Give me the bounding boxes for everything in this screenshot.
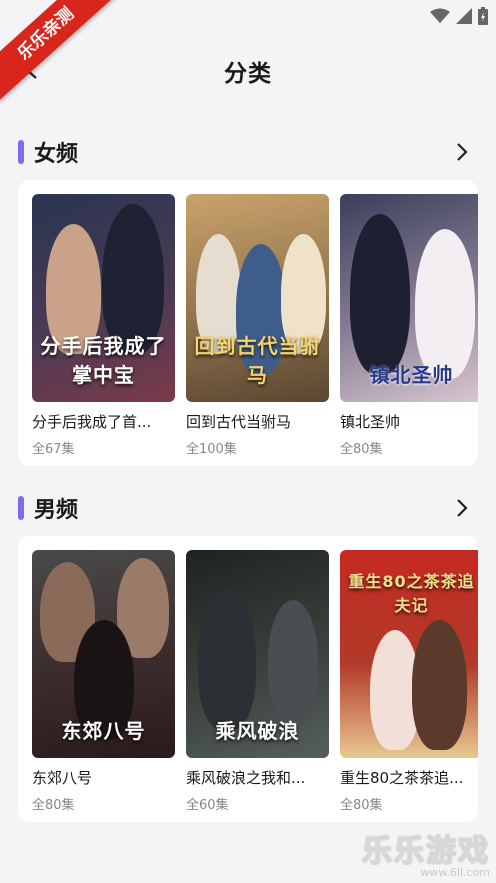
episode-count: 全60集 <box>186 798 229 813</box>
drama-item[interactable]: 分手后我成了掌中宝 分手后我成了首... 全67集 <box>32 194 175 457</box>
drama-title: 重生80之茶茶追... <box>340 769 464 787</box>
poster-title: 乘风破浪 <box>215 719 300 743</box>
poster-image[interactable]: 回到古代当驸马 <box>186 194 329 402</box>
battery-icon <box>478 7 488 25</box>
drama-title: 回到古代当驸马 <box>186 413 292 431</box>
drama-title: 乘风破浪之我和... <box>186 769 306 787</box>
section-card-female: 分手后我成了掌中宝 分手后我成了首... 全67集 回到古代当驸马 回到古代当驸… <box>18 180 478 466</box>
drama-item[interactable]: 回到古代当驸马 回到古代当驸马 全100集 <box>186 194 329 457</box>
watermark: 乐乐游戏 www.6ll.com <box>361 826 490 879</box>
section-card-male: 东郊八号 东郊八号 全80集 乘风破浪 乘风破浪之我和... 全60集 重生80… <box>18 536 478 822</box>
section-accent-bar <box>18 496 24 520</box>
section-accent-bar <box>18 140 24 164</box>
poster-title: 回到古代当驸马 <box>194 334 321 387</box>
page-title: 分类 <box>224 61 272 87</box>
episode-count: 全80集 <box>340 442 383 457</box>
drama-item[interactable]: 东郊八号 东郊八号 全80集 <box>32 550 175 813</box>
poster-image[interactable]: 重生80之茶茶追夫记 <box>340 550 478 758</box>
poster-title: 镇北圣帅 <box>369 363 454 387</box>
section-title: 男频 <box>34 498 79 523</box>
poster-title: 重生80之茶茶追夫记 <box>348 572 475 615</box>
watermark-logo: 乐乐游戏 <box>361 833 490 870</box>
episode-count: 全80集 <box>32 798 75 813</box>
poster-title: 分手后我成了掌中宝 <box>40 334 167 387</box>
drama-title: 分手后我成了首... <box>32 413 152 431</box>
poster-image[interactable]: 东郊八号 <box>32 550 175 758</box>
chevron-right-icon[interactable] <box>450 496 474 520</box>
drama-item[interactable]: 重生80之茶茶追夫记 重生80之茶茶追... 全80集 <box>340 550 478 813</box>
section-header-female: 女频 <box>18 132 478 172</box>
app-bar: 分类 <box>0 34 496 110</box>
drama-title: 镇北圣帅 <box>340 413 401 431</box>
drama-item[interactable]: 镇北圣帅 镇北圣帅 全80集 <box>340 194 478 457</box>
poster-image[interactable]: 乘风破浪 <box>186 550 329 758</box>
section-title: 女频 <box>34 142 79 167</box>
wifi-icon <box>430 8 450 23</box>
signal-icon <box>456 8 472 24</box>
episode-count: 全67集 <box>32 442 75 457</box>
episode-count: 全80集 <box>340 798 383 813</box>
poster-image[interactable]: 分手后我成了掌中宝 <box>32 194 175 402</box>
drama-title: 东郊八号 <box>32 769 93 787</box>
chevron-right-icon[interactable] <box>450 140 474 164</box>
episode-count: 全100集 <box>186 442 237 457</box>
poster-image[interactable]: 镇北圣帅 <box>340 194 478 402</box>
drama-item[interactable]: 乘风破浪 乘风破浪之我和... 全60集 <box>186 550 329 813</box>
section-header-male: 男频 <box>18 488 478 528</box>
poster-title: 东郊八号 <box>61 719 146 743</box>
